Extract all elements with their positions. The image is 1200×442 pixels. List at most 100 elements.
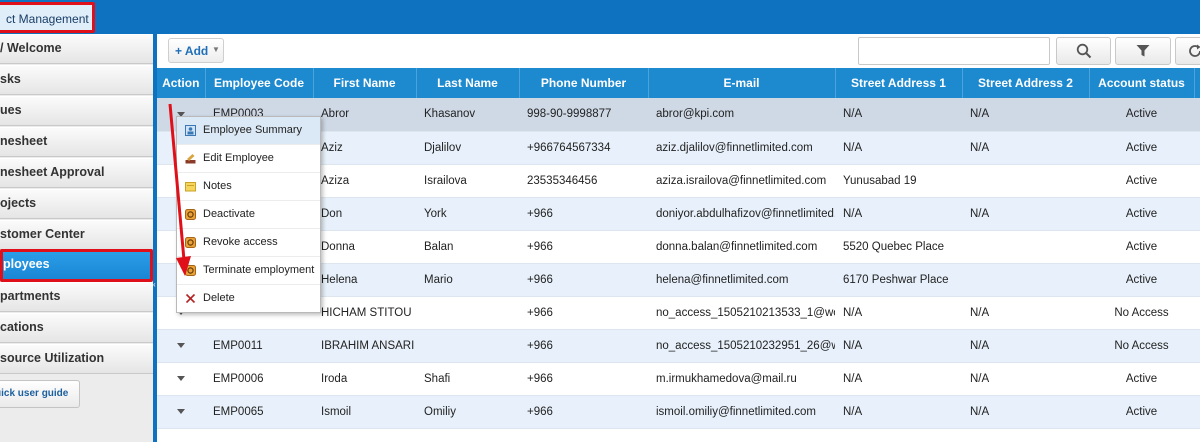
- cell-first-name: Helena: [313, 263, 416, 297]
- terminate-icon: [185, 265, 196, 276]
- row-action-cell[interactable]: [157, 362, 205, 396]
- column-header-action[interactable]: Action: [157, 68, 206, 98]
- cell-phone-number: +966: [519, 362, 648, 396]
- column-header-first-name[interactable]: First Name: [313, 68, 417, 98]
- quick-user-guide-label: uick user guide: [0, 388, 69, 399]
- cell-street-address-2: N/A: [962, 98, 1089, 132]
- cell-first-name: Don: [313, 197, 416, 231]
- column-header-street-address-1[interactable]: Street Address 1: [835, 68, 963, 98]
- delete-icon: [185, 293, 196, 304]
- menu-item-label: Deactivate: [203, 208, 255, 220]
- menu-item-delete[interactable]: Delete: [177, 285, 320, 313]
- sidebar-item-projects[interactable]: ojects: [0, 189, 153, 219]
- add-button[interactable]: + Add ▼: [168, 38, 224, 63]
- cell-email: doniyor.abdulhafizov@finnetlimited.co: [648, 197, 835, 231]
- menu-item-revoke-access[interactable]: Revoke access: [177, 229, 320, 257]
- sidebar-item-timesheet-approval[interactable]: nesheet Approval: [0, 158, 153, 188]
- cell-overflow: [1194, 197, 1200, 231]
- app-window: ct Management / Welcome sks ues nesheet …: [0, 0, 1200, 442]
- column-header-overflow: [1194, 68, 1200, 98]
- summary-icon: [185, 125, 196, 136]
- cell-email: m.irmukhamedova@mail.ru: [648, 362, 835, 396]
- sidebar-item-welcome[interactable]: / Welcome: [0, 34, 153, 64]
- chevron-down-icon[interactable]: [177, 342, 185, 348]
- sidebar-item-departments[interactable]: partments: [0, 282, 153, 312]
- refresh-icon: [1189, 44, 1200, 57]
- cell-street-address-1: N/A: [835, 197, 962, 231]
- cell-phone-number: +966: [519, 230, 648, 264]
- module-tab-project-management[interactable]: ct Management: [0, 2, 95, 33]
- cell-account-status: Active: [1089, 164, 1194, 198]
- filter-icon: [1136, 45, 1150, 57]
- menu-item-edit-employee[interactable]: Edit Employee: [177, 145, 320, 173]
- table-row[interactable]: EMP0011 IBRAHIM ANSARI +966 no_access_15052…: [157, 329, 1200, 363]
- cell-first-name: Abror: [313, 98, 416, 132]
- cell-street-address-1: N/A: [835, 98, 962, 132]
- search-input[interactable]: [858, 37, 1050, 65]
- cell-account-status: Active: [1089, 395, 1194, 429]
- filter-button[interactable]: [1115, 37, 1171, 65]
- cell-street-address-2: N/A: [962, 131, 1089, 165]
- cell-street-address-2: [962, 263, 1089, 297]
- cell-street-address-1: Yunusabad 19: [835, 164, 962, 198]
- cell-phone-number: 23535346456: [519, 164, 648, 198]
- sidebar-item-resource-utilization[interactable]: source Utilization: [0, 344, 153, 374]
- sidebar-item-timesheet[interactable]: nesheet: [0, 127, 153, 157]
- cell-overflow: [1194, 329, 1200, 363]
- row-action-cell[interactable]: [157, 329, 205, 363]
- refresh-button[interactable]: [1175, 37, 1200, 65]
- sidebar-item-customer-center[interactable]: stomer Center: [0, 220, 153, 250]
- menu-item-label: Delete: [203, 292, 235, 304]
- sidebar-item-issues[interactable]: ues: [0, 96, 153, 126]
- cell-street-address-1: 5520 Quebec Place: [835, 230, 962, 264]
- cell-email: donna.balan@finnetlimited.com: [648, 230, 835, 264]
- cell-account-status: Active: [1089, 131, 1194, 165]
- cell-overflow: [1194, 395, 1200, 429]
- cell-street-address-2: N/A: [962, 329, 1089, 363]
- sidebar-item-label: nesheet Approval: [0, 165, 105, 179]
- menu-item-employee-summary[interactable]: Employee Summary: [177, 117, 320, 145]
- sidebar-item-label: nesheet: [0, 134, 48, 148]
- add-button-label: + Add: [175, 44, 209, 58]
- cell-overflow: [1194, 263, 1200, 297]
- cell-account-status: Active: [1089, 230, 1194, 264]
- cell-street-address-2: N/A: [962, 395, 1089, 429]
- quick-user-guide-button[interactable]: uick user guide: [0, 380, 80, 408]
- cell-phone-number: 998-90-9998877: [519, 98, 648, 132]
- column-header-email[interactable]: E-mail: [648, 68, 836, 98]
- cell-email: no_access_1505210232951_26@wo: [648, 329, 835, 363]
- chevron-down-icon[interactable]: [177, 408, 185, 414]
- row-action-cell[interactable]: [157, 395, 205, 429]
- cell-account-status: Active: [1089, 197, 1194, 231]
- chevron-down-icon[interactable]: [177, 375, 185, 381]
- cell-street-address-2: N/A: [962, 362, 1089, 396]
- cell-employee-code: EMP0006: [205, 362, 313, 396]
- notes-icon: [185, 182, 196, 192]
- menu-item-terminate-employment[interactable]: Terminate employment: [177, 257, 320, 285]
- sidebar-item-employees[interactable]: ployees: [0, 249, 153, 282]
- column-header-account-status[interactable]: Account status: [1089, 68, 1195, 98]
- cell-first-name: HICHAM STITOU: [313, 296, 416, 330]
- table-row[interactable]: EMP0006 Iroda Shafi +966 m.irmukhamedova@mai…: [157, 362, 1200, 396]
- cell-street-address-1: N/A: [835, 395, 962, 429]
- sidebar-item-locations[interactable]: cations: [0, 313, 153, 343]
- menu-item-notes[interactable]: Notes: [177, 173, 320, 201]
- module-tab-label: ct Management: [6, 12, 89, 26]
- sidebar-item-tasks[interactable]: sks: [0, 65, 153, 95]
- table-row[interactable]: EMP0065 Ismoil Omiliy +966 ismoil.omiliy@fin…: [157, 395, 1200, 429]
- column-header-phone-number[interactable]: Phone Number: [519, 68, 649, 98]
- cell-street-address-1: N/A: [835, 131, 962, 165]
- column-header-employee-code[interactable]: Employee Code: [205, 68, 314, 98]
- column-header-street-address-2[interactable]: Street Address 2: [962, 68, 1090, 98]
- menu-item-label: Edit Employee: [203, 152, 274, 164]
- search-button[interactable]: [1056, 37, 1111, 65]
- menu-item-label: Revoke access: [203, 236, 278, 248]
- cell-phone-number: +966: [519, 296, 648, 330]
- cell-email: ismoil.omiliy@finnetlimited.com: [648, 395, 835, 429]
- cell-last-name: Djalilov: [416, 131, 519, 165]
- menu-item-label: Employee Summary: [203, 124, 303, 136]
- sidebar-item-label: stomer Center: [0, 227, 85, 241]
- cell-street-address-2: N/A: [962, 296, 1089, 330]
- column-header-last-name[interactable]: Last Name: [416, 68, 520, 98]
- menu-item-deactivate[interactable]: Deactivate: [177, 201, 320, 229]
